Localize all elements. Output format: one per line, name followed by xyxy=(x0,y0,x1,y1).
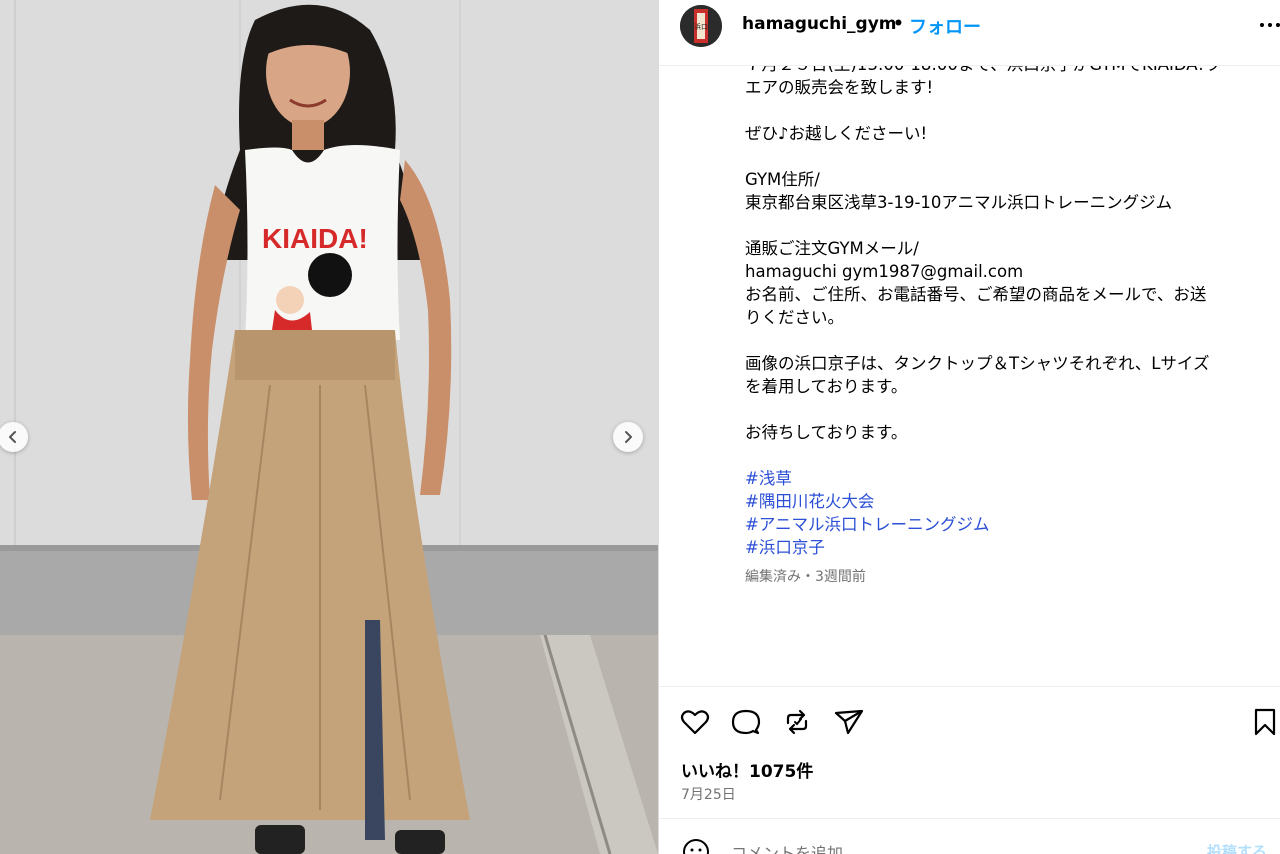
repost-icon xyxy=(786,709,808,735)
like-count[interactable]: いいね！1075件 xyxy=(681,757,813,782)
hashtag-link[interactable]: #アニマル浜口トレーニングジム xyxy=(745,513,1255,536)
action-bar: いいね！1075件 7月25日 xyxy=(659,686,1280,818)
carousel-next-button[interactable] xyxy=(613,422,643,452)
caption-line: hamaguchi gym1987@gmail.com xyxy=(745,262,1024,281)
post-comment-button[interactable]: 投稿する xyxy=(1207,841,1267,854)
caption-line: GYM住所/ xyxy=(745,170,820,189)
hashtag-link[interactable]: #浜口京子 xyxy=(745,536,1255,559)
post-side-panel: 浜口 hamaguchi_gym • フォロー ７月２５日(土)13:00-18… xyxy=(658,0,1280,854)
repost-button[interactable] xyxy=(781,706,813,738)
photo-image: KIAIDA! xyxy=(0,0,658,854)
comment-button[interactable] xyxy=(730,706,762,738)
avatar-logo-text: 浜口 xyxy=(694,22,708,31)
caption-line: ぜひ♪お越しくださーい! xyxy=(745,124,928,143)
avatar[interactable]: 浜口 xyxy=(680,5,722,47)
gym-logo-icon: 浜口 xyxy=(680,5,722,47)
comment-bar: 投稿する xyxy=(659,818,1280,854)
caption-line: お名前、ご住所、お電話番号、ご希望の商品をメールで、お送 xyxy=(745,285,1207,304)
post-header: 浜口 hamaguchi_gym • フォロー xyxy=(659,0,1280,66)
chevron-left-icon xyxy=(9,431,16,443)
caption-line: りください。 xyxy=(745,308,844,327)
bookmark-icon xyxy=(1254,708,1276,736)
caption-line: ７月２５日(土)13:00-18:00まで、浜口京子がGYMでKIAIDA!ウ xyxy=(745,66,1255,76)
shirt-print-text: KIAIDA! xyxy=(262,223,368,254)
comment-bubble-icon xyxy=(731,709,761,735)
separator-dot: • xyxy=(893,14,904,34)
caption-line: 東京都台東区浅草3-19-10アニマル浜口トレーニングジム xyxy=(745,193,1173,212)
caption-area[interactable]: ７月２５日(土)13:00-18:00まで、浜口京子がGYMでKIAIDA!ウ … xyxy=(659,66,1280,686)
caption-line: お待ちしております。 xyxy=(745,423,908,442)
caption-line: エアの販売会を致します! xyxy=(745,78,934,97)
chevron-right-icon xyxy=(625,431,632,443)
caption-line: 通販ご注文GYMメール/ xyxy=(745,239,919,258)
more-options-button[interactable] xyxy=(1253,14,1280,36)
caption-line: を着用しております。 xyxy=(745,377,908,396)
post-date[interactable]: 7月25日 xyxy=(681,784,736,804)
username[interactable]: hamaguchi_gym xyxy=(742,14,897,34)
caption-text: ７月２５日(土)13:00-18:00まで、浜口京子がGYMでKIAIDA!ウ … xyxy=(745,66,1255,589)
emoji-button[interactable] xyxy=(681,837,711,854)
edited-timestamp: 編集済み・3週間前 xyxy=(745,569,866,585)
share-button[interactable] xyxy=(833,706,865,738)
comment-input[interactable] xyxy=(731,841,1171,854)
hashtag-link[interactable]: #浅草 xyxy=(745,467,1255,490)
heart-icon xyxy=(680,710,710,735)
smiley-icon xyxy=(683,839,709,854)
like-button[interactable] xyxy=(679,706,711,738)
save-button[interactable] xyxy=(1249,706,1280,738)
paper-plane-icon xyxy=(834,709,864,735)
hashtag-link[interactable]: #隅田川花火大会 xyxy=(745,490,1255,513)
more-dots-icon xyxy=(1260,23,1280,27)
caption-line: 画像の浜口京子は、タンクトップ＆Tシャツそれぞれ、Lサイズ xyxy=(745,354,1210,373)
post-photo: KIAIDA! xyxy=(0,0,658,854)
follow-button[interactable]: フォロー xyxy=(909,13,981,39)
